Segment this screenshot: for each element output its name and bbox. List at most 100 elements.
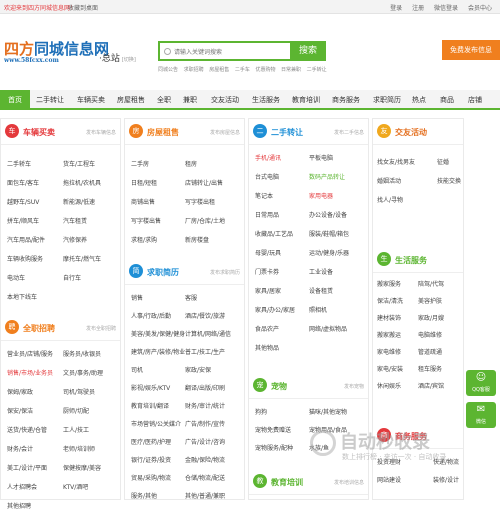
category-link[interactable]: 客服 — [185, 293, 197, 302]
category-link[interactable]: 广告/设计/咨询 — [185, 437, 225, 446]
city-switch[interactable]: [切换] — [122, 57, 136, 63]
category-link[interactable]: 保姆/家政 — [7, 387, 33, 396]
category-link[interactable]: 其他物品 — [255, 343, 279, 352]
category-link[interactable]: 家用电器 — [309, 191, 333, 200]
category-link[interactable]: 保健按摩/美容 — [63, 463, 101, 472]
hot-word[interactable]: 二手转让 — [307, 67, 327, 73]
nav-item[interactable]: 商品 — [440, 90, 454, 110]
category-link[interactable]: 投资理财 — [377, 457, 401, 466]
category-link[interactable]: 本地下线车 — [7, 292, 37, 301]
category-link[interactable]: 狗狗 — [255, 407, 267, 416]
search-button[interactable]: 搜索 — [290, 41, 326, 61]
category-link[interactable]: 装修/设计 — [433, 475, 459, 484]
nav-item[interactable]: 全职 — [157, 90, 171, 110]
category-link[interactable]: 货车/工程车 — [63, 159, 95, 168]
category-link[interactable]: 建筑/房产/装修/物业 — [131, 347, 185, 356]
category-link[interactable]: 文员/事务/助理 — [63, 368, 103, 377]
category-link[interactable]: 人事/行政/后勤 — [131, 311, 171, 320]
site-logo[interactable]: 四方同城信息网 www.58fcxx.com — [4, 38, 109, 68]
category-link[interactable]: 食品农产 — [255, 324, 279, 333]
category-link[interactable]: 工人/技工 — [63, 425, 89, 434]
category-link[interactable]: 办公设备/设备 — [309, 210, 347, 219]
biz-title[interactable]: 商务服务 — [395, 431, 427, 442]
category-link[interactable]: 写字楼出售 — [131, 216, 161, 225]
house-post-link[interactable]: 发布房屋信息 — [210, 129, 240, 136]
hot-word[interactable]: 同城公告 — [158, 67, 178, 73]
category-link[interactable]: 医疗/医药/护理 — [131, 437, 171, 446]
category-link[interactable]: 酒店/餐饮/旅游 — [185, 311, 225, 320]
category-link[interactable]: 影视/娱乐/KTV — [131, 383, 170, 392]
category-link[interactable]: 营业员/店铺/服务 — [7, 349, 53, 358]
category-link[interactable]: 二手轿车 — [7, 159, 31, 168]
jobs-title[interactable]: 全职招聘 — [23, 323, 55, 334]
wechat-login-link[interactable]: 微信登录 — [434, 5, 458, 12]
category-link[interactable]: 贸易/采购/物流 — [131, 473, 171, 482]
category-link[interactable]: 运动/健身/乐器 — [309, 248, 349, 257]
nav-home[interactable]: 首页 — [0, 90, 30, 110]
category-link[interactable]: 厂房/仓库/土地 — [185, 216, 225, 225]
hot-word[interactable]: 求职招聘 — [184, 67, 204, 73]
dating-title[interactable]: 交友活动 — [395, 127, 427, 138]
category-link[interactable]: 新房楼盘 — [185, 235, 209, 244]
category-link[interactable]: 技能交换 — [437, 176, 461, 185]
category-link[interactable]: 店铺转让/出售 — [185, 178, 223, 187]
category-link[interactable]: 母婴/玩具 — [255, 248, 281, 257]
hot-word[interactable]: 优惠购物 — [255, 67, 275, 73]
qq-service-button[interactable]: ☺ QQ客服 — [466, 370, 496, 396]
category-link[interactable]: 家政/月嫂 — [418, 313, 444, 322]
category-link[interactable]: 水族/鱼 — [309, 443, 329, 452]
category-link[interactable]: 其他招聘 — [7, 501, 31, 510]
nav-item[interactable]: 车辆买卖 — [77, 90, 105, 110]
category-link[interactable]: 服装/鞋帽/箱包 — [309, 229, 349, 238]
category-link[interactable]: 陪驾/代驾 — [418, 279, 444, 288]
category-link[interactable]: 摩托车/燃气车 — [63, 254, 101, 263]
category-link[interactable]: 美容/美发/保健/健身 — [131, 329, 185, 338]
category-link[interactable]: 建材装饰 — [377, 313, 401, 322]
category-link[interactable]: 设备租赁 — [309, 286, 333, 295]
post-button[interactable]: 免费发布信息 — [442, 40, 500, 60]
category-link[interactable]: 租房 — [185, 159, 197, 168]
wechat-button[interactable]: ✉ 微信 — [466, 402, 496, 428]
category-link[interactable]: 汽车租赁 — [63, 216, 87, 225]
category-link[interactable]: 搬家搬运 — [377, 330, 401, 339]
category-link[interactable]: 租车服务 — [418, 364, 442, 373]
category-link[interactable]: 家具/办公/家居 — [255, 305, 295, 314]
category-link[interactable]: 销售 — [131, 293, 143, 302]
life-title[interactable]: 生活服务 — [395, 255, 427, 266]
category-link[interactable]: 网站建设 — [377, 475, 401, 484]
category-link[interactable]: 金融/保险/物流 — [185, 455, 225, 464]
nav-item[interactable]: 求职简历 — [373, 90, 401, 110]
category-link[interactable]: 财务/审计/统计 — [185, 401, 225, 410]
category-link[interactable]: 找女友/找男友 — [377, 157, 415, 166]
category-link[interactable]: 日常用品 — [255, 210, 279, 219]
category-link[interactable]: 美容护肤 — [418, 296, 442, 305]
category-link[interactable]: 日租/短租 — [131, 178, 157, 187]
nav-item[interactable]: 生活服务 — [252, 90, 280, 110]
category-link[interactable]: 银行/证券/投资 — [131, 455, 171, 464]
nav-item[interactable]: 商务服务 — [332, 90, 360, 110]
category-link[interactable]: 工业设备 — [309, 267, 333, 276]
category-link[interactable]: 家具/居家 — [255, 286, 281, 295]
category-link[interactable]: 管道疏通 — [418, 347, 442, 356]
category-link[interactable]: 保安/保洁 — [7, 406, 33, 415]
nav-item[interactable]: 教育培训 — [292, 90, 320, 110]
category-link[interactable]: 其他/普通/兼职 — [185, 491, 225, 500]
used-title[interactable]: 二手转让 — [271, 127, 303, 138]
category-link[interactable]: 车辆收购服务 — [7, 254, 43, 263]
category-link[interactable]: 司机/驾驶员 — [63, 387, 95, 396]
category-link[interactable]: 财务/会计 — [7, 444, 33, 453]
category-link[interactable]: 汽修保养 — [63, 235, 87, 244]
category-link[interactable]: 面包车/客车 — [7, 178, 39, 187]
category-link[interactable]: 销售/市场/业务员 — [7, 368, 53, 377]
category-link[interactable]: 广告/制作/宣传 — [185, 419, 225, 428]
category-link[interactable]: 收藏品/工艺品 — [255, 229, 293, 238]
nav-item[interactable]: 交友活动 — [211, 90, 239, 110]
category-link[interactable]: 猫咪/其他宠物 — [309, 407, 347, 416]
favorite-link[interactable]: 收藏到桌面 — [68, 3, 98, 12]
category-link[interactable]: 教育培训/翻译 — [131, 401, 169, 410]
category-link[interactable]: 司机 — [131, 365, 143, 374]
category-link[interactable]: 新能源/低速 — [63, 197, 95, 206]
category-link[interactable]: 搬家服务 — [377, 279, 401, 288]
category-link[interactable]: 人才招聘会 — [7, 482, 37, 491]
pets-title[interactable]: 宠物 — [271, 381, 287, 392]
